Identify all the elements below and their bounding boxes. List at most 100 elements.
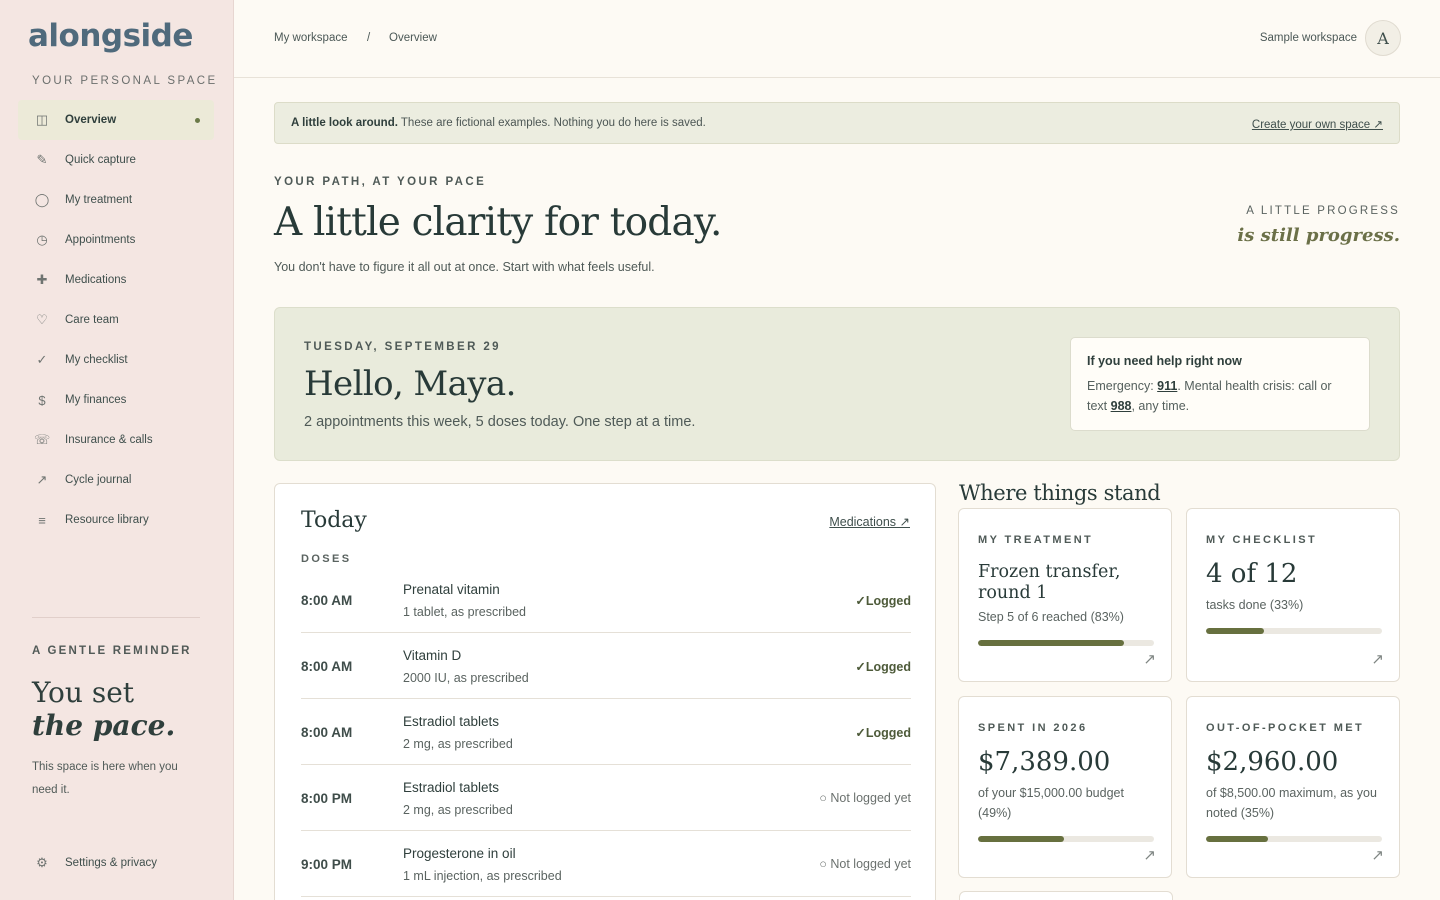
list-icon: ≡ [38, 512, 46, 528]
dollar-icon: $ [38, 392, 46, 408]
stat-note: of your $15,000.00 budget (49%) [978, 786, 1124, 820]
stat-card-spent[interactable]: SPENT IN 2026 $7,389.00 of your $15,000.… [958, 696, 1172, 878]
dose-row[interactable]: 9:00 PM Progesterone in oil 1 mL injecti… [301, 831, 911, 897]
help-text-part: Emergency: [1087, 379, 1158, 393]
sidebar-item-my-checklist[interactable]: ✓ My checklist [18, 340, 214, 380]
progress-fill [1206, 836, 1268, 842]
stat-card-next[interactable] [959, 891, 1173, 900]
help-text: Emergency: 911. Mental health crisis: ca… [1087, 376, 1353, 416]
where-things-stand-title: Where things stand [959, 481, 1161, 505]
active-indicator-dot [195, 118, 200, 123]
dose-time: 8:00 PM [301, 791, 353, 806]
reminder-title: You set the pace. [32, 676, 175, 742]
reminder-title-line1: You set [32, 676, 135, 709]
dose-detail: 1 tablet, as prescribed [403, 605, 526, 619]
sidebar-item-quick-capture[interactable]: ✎ Quick capture [18, 140, 214, 180]
top-bar: My workspace / Overview Sample workspace… [234, 0, 1440, 78]
sidebar-caption: YOUR PERSONAL SPACE [32, 75, 218, 87]
app-logo[interactable]: alongside [28, 18, 193, 54]
hero-subtitle: You don't have to figure it all out at o… [274, 260, 655, 274]
dose-status[interactable]: ○ Not logged yet [819, 857, 911, 871]
arrow-icon: ↗ [1143, 651, 1156, 668]
dose-time: 8:00 AM [301, 593, 353, 608]
circle-icon: ◯ [34, 192, 50, 207]
help-text-part: , any time. [1131, 399, 1190, 413]
doses-caption: DOSES [301, 553, 352, 565]
progress-fill [978, 640, 1125, 646]
today-title: Today [301, 508, 367, 533]
sidebar-item-medications[interactable]: ✚ Medications [18, 260, 214, 300]
dose-row[interactable]: 8:00 PM Estradiol tablets 2 mg, as presc… [301, 765, 911, 831]
dose-detail: 1 mL injection, as prescribed [403, 869, 562, 883]
workspace-name[interactable]: Sample workspace [1260, 32, 1357, 44]
sidebar-item-label: Quick capture [65, 154, 136, 166]
demo-banner: A little look around. These are fictiona… [274, 102, 1400, 144]
crisis-number-link[interactable]: 988 [1111, 399, 1132, 413]
sidebar-item-label: My finances [65, 394, 127, 406]
settings-privacy-link[interactable]: ⚙ Settings & privacy [18, 843, 214, 883]
arrow-icon: ↗ [1143, 847, 1156, 864]
stat-note: tasks done (33%) [1206, 598, 1304, 612]
help-title: If you need help right now [1087, 354, 1242, 368]
create-space-link[interactable]: Create your own space ↗ [1252, 117, 1383, 131]
progress-fill [1206, 628, 1265, 634]
dose-status[interactable]: ✓Logged [855, 725, 911, 740]
breadcrumb-overview: Overview [389, 32, 437, 44]
dose-name: Vitamin D [403, 648, 462, 663]
sidebar-item-resource-library[interactable]: ≡ Resource library [18, 500, 214, 540]
greeting-panel: TUESDAY, SEPTEMBER 29 Hello, Maya. 2 app… [274, 307, 1400, 461]
sidebar-item-label: Medications [65, 274, 127, 286]
stat-caption: MY CHECKLIST [1206, 534, 1318, 546]
dose-name: Estradiol tablets [403, 714, 500, 729]
page-title: A little clarity for today. [274, 200, 722, 245]
sidebar-item-insurance-calls[interactable]: ☏ Insurance & calls [18, 420, 214, 460]
sidebar-item-label: Overview [65, 114, 117, 126]
banner-message: These are fictional examples. Nothing yo… [397, 117, 706, 129]
stat-card-out-of-pocket[interactable]: OUT-OF-POCKET MET $2,960.00 of $8,500.00… [1186, 696, 1400, 878]
dose-row[interactable]: 8:00 AM Estradiol tablets 2 mg, as presc… [301, 699, 911, 765]
stat-value: 4 of 12 [1206, 559, 1298, 589]
sidebar-item-care-team[interactable]: ♡ Care team [18, 300, 214, 340]
progress-quote: is still progress. [1237, 225, 1400, 246]
stat-card-treatment[interactable]: MY TREATMENT Frozen transfer, round 1 St… [958, 508, 1172, 682]
clock-icon: ◷ [36, 232, 48, 247]
sidebar-item-overview[interactable]: ◫ Overview [18, 100, 214, 140]
sidebar-item-my-finances[interactable]: $ My finances [18, 380, 214, 420]
dose-name: Prenatal vitamin [403, 582, 500, 597]
medications-link[interactable]: Medications ↗ [829, 514, 910, 529]
stat-caption: OUT-OF-POCKET MET [1206, 722, 1365, 734]
trend-arrow-icon: ↗ [36, 472, 48, 487]
dose-status[interactable]: ○ Not logged yet [819, 791, 911, 805]
stat-card-checklist[interactable]: MY CHECKLIST 4 of 12 tasks done (33%) ↗ [1186, 508, 1400, 682]
stat-caption: MY TREATMENT [978, 534, 1094, 546]
breadcrumb-workspace[interactable]: My workspace [274, 32, 348, 44]
sidebar-item-my-treatment[interactable]: ◯ My treatment [18, 180, 214, 220]
breadcrumb-separator: / [367, 32, 371, 44]
emergency-number-link[interactable]: 911 [1157, 379, 1177, 393]
sidebar-item-appointments[interactable]: ◷ Appointments [18, 220, 214, 260]
arrow-icon: ↗ [1371, 651, 1384, 668]
dose-list: 8:00 AM Prenatal vitamin 1 tablet, as pr… [301, 567, 911, 897]
dose-name: Progesterone in oil [403, 846, 516, 861]
sidebar-item-label: Resource library [65, 514, 149, 526]
dose-detail: 2000 IU, as prescribed [403, 671, 529, 685]
sidebar-divider [32, 617, 200, 618]
banner-bold: A little look around. [291, 117, 398, 129]
dose-detail: 2 mg, as prescribed [403, 737, 513, 751]
progress-bar [978, 640, 1154, 646]
dose-status[interactable]: ✓Logged [855, 593, 911, 608]
progress-bar [1206, 836, 1382, 842]
dose-status[interactable]: ✓Logged [855, 659, 911, 674]
dose-row[interactable]: 8:00 AM Vitamin D 2000 IU, as prescribed… [301, 633, 911, 699]
gear-icon: ⚙ [36, 855, 48, 870]
sidebar-item-label: My treatment [65, 194, 133, 206]
phone-icon: ☏ [34, 432, 51, 447]
sidebar-item-label: Insurance & calls [65, 434, 153, 446]
sidebar-nav: ◫ Overview ✎ Quick capture ◯ My treatmen… [18, 100, 214, 540]
reminder-title-line2: the pace. [32, 709, 176, 742]
sidebar-item-cycle-journal[interactable]: ↗ Cycle journal [18, 460, 214, 500]
dose-row[interactable]: 8:00 AM Prenatal vitamin 1 tablet, as pr… [301, 567, 911, 633]
progress-bar [1206, 628, 1382, 634]
greeting-summary: 2 appointments this week, 5 doses today.… [304, 414, 696, 430]
avatar[interactable]: A [1365, 20, 1401, 56]
